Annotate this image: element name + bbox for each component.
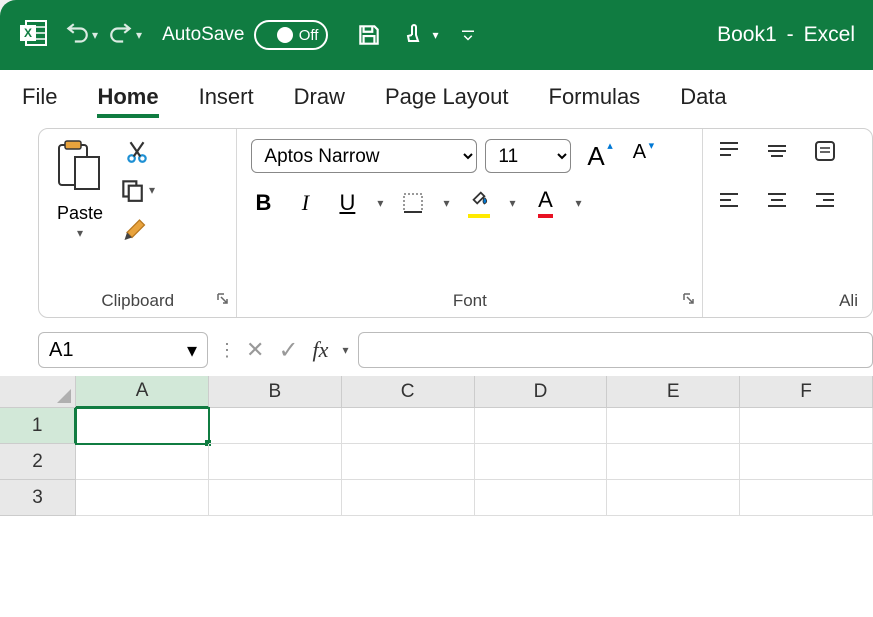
borders-dropdown[interactable]: ▾ [443,196,449,210]
font-group-label: Font [251,285,688,311]
cut-button[interactable] [124,139,150,165]
font-size-select[interactable]: 11 [485,139,571,173]
align-middle-button[interactable] [765,139,789,168]
column-header-c[interactable]: C [342,376,475,408]
cell-d1[interactable] [475,408,608,444]
save-button[interactable] [356,22,382,48]
fx-dropdown[interactable]: ▾ [342,343,348,357]
autosave-state: Off [299,27,319,44]
cell-c1[interactable] [342,408,475,444]
cell-b3[interactable] [209,480,342,516]
tab-file[interactable]: File [22,76,57,118]
align-left-button[interactable] [717,188,741,217]
align-center-button[interactable] [765,188,789,217]
font-color-button[interactable]: A [534,187,558,218]
cell-e1[interactable] [607,408,740,444]
underline-dropdown[interactable]: ▾ [377,196,383,210]
name-box[interactable]: A1 ▾ [38,332,208,368]
spreadsheet-grid: A B C D E F 1 2 3 [0,376,873,516]
cell-a1[interactable] [76,408,209,444]
format-painter-button[interactable] [122,215,152,245]
fill-color-button[interactable] [467,187,491,218]
font-name-select[interactable]: Aptos Narrow [251,139,477,173]
ribbon-tabs: File Home Insert Draw Page Layout Formul… [0,70,873,124]
borders-button[interactable] [401,191,425,215]
svg-text:X: X [24,26,32,40]
excel-logo-icon: X [18,17,50,54]
document-title: Book1 - Excel [717,23,855,47]
cell-b2[interactable] [209,444,342,480]
cell-f3[interactable] [740,480,873,516]
undo-button[interactable]: ▾ [64,22,98,48]
qat-customize-button[interactable] [459,26,477,44]
column-header-e[interactable]: E [607,376,740,408]
tab-page-layout[interactable]: Page Layout [385,76,509,118]
cancel-formula-button[interactable]: ✕ [246,337,264,363]
name-box-dropdown[interactable]: ▾ [187,338,197,363]
copy-button[interactable]: ▾ [119,177,155,203]
row-header-2[interactable]: 2 [0,444,76,480]
tab-home[interactable]: Home [97,76,158,118]
cell-b1[interactable] [209,408,342,444]
align-bottom-button[interactable] [813,139,837,168]
tab-insert[interactable]: Insert [199,76,254,118]
column-header-f[interactable]: F [740,376,873,408]
italic-button[interactable]: I [293,190,317,216]
row-header-3[interactable]: 3 [0,480,76,516]
autosave-toggle[interactable]: Off [254,20,328,50]
cell-e2[interactable] [607,444,740,480]
tab-draw[interactable]: Draw [294,76,345,118]
select-all-corner[interactable] [0,376,76,408]
title-bar: X ▾ ▾ AutoSave Off ▾ [0,0,873,70]
paste-dropdown[interactable]: ▾ [77,226,83,240]
cell-c2[interactable] [342,444,475,480]
font-dialog-launcher[interactable] [682,292,696,311]
enter-formula-button[interactable]: ✓ [278,336,298,365]
underline-button[interactable]: U [335,190,359,216]
clipboard-group-label: Clipboard [53,285,222,311]
tab-data[interactable]: Data [680,76,726,118]
formula-input[interactable] [358,332,873,368]
column-header-a[interactable]: A [76,376,209,408]
ribbon: Paste ▾ ▾ Clipboard [38,128,873,318]
touch-mode-button[interactable]: ▾ [402,23,438,47]
cell-f2[interactable] [740,444,873,480]
fill-color-dropdown[interactable]: ▾ [509,196,515,210]
row-header-1[interactable]: 1 [0,408,76,444]
divider-icon: ⋮ [218,340,236,361]
clipboard-dialog-launcher[interactable] [216,292,230,311]
paste-button[interactable]: Paste ▾ [53,139,107,285]
align-right-button[interactable] [813,188,837,217]
cell-a2[interactable] [76,444,209,480]
grow-font-button[interactable]: A▴ [587,141,604,172]
align-top-button[interactable] [717,139,741,168]
shrink-font-button[interactable]: A▾ [633,141,646,172]
cell-d3[interactable] [475,480,608,516]
cell-e3[interactable] [607,480,740,516]
toggle-dot-icon [277,27,293,43]
alignment-group-label: Ali [717,285,858,311]
column-header-d[interactable]: D [475,376,608,408]
tab-formulas[interactable]: Formulas [549,76,641,118]
cell-f1[interactable] [740,408,873,444]
redo-button[interactable]: ▾ [108,22,142,48]
cell-a3[interactable] [76,480,209,516]
bold-button[interactable]: B [251,190,275,216]
cell-c3[interactable] [342,480,475,516]
cell-d2[interactable] [475,444,608,480]
insert-function-button[interactable]: fx [313,337,329,363]
font-color-dropdown[interactable]: ▾ [576,196,582,210]
autosave-label: AutoSave [162,24,244,46]
column-header-b[interactable]: B [209,376,342,408]
paste-label: Paste [57,203,103,224]
formula-bar: A1 ▾ ⋮ ✕ ✓ fx ▾ [38,328,873,372]
